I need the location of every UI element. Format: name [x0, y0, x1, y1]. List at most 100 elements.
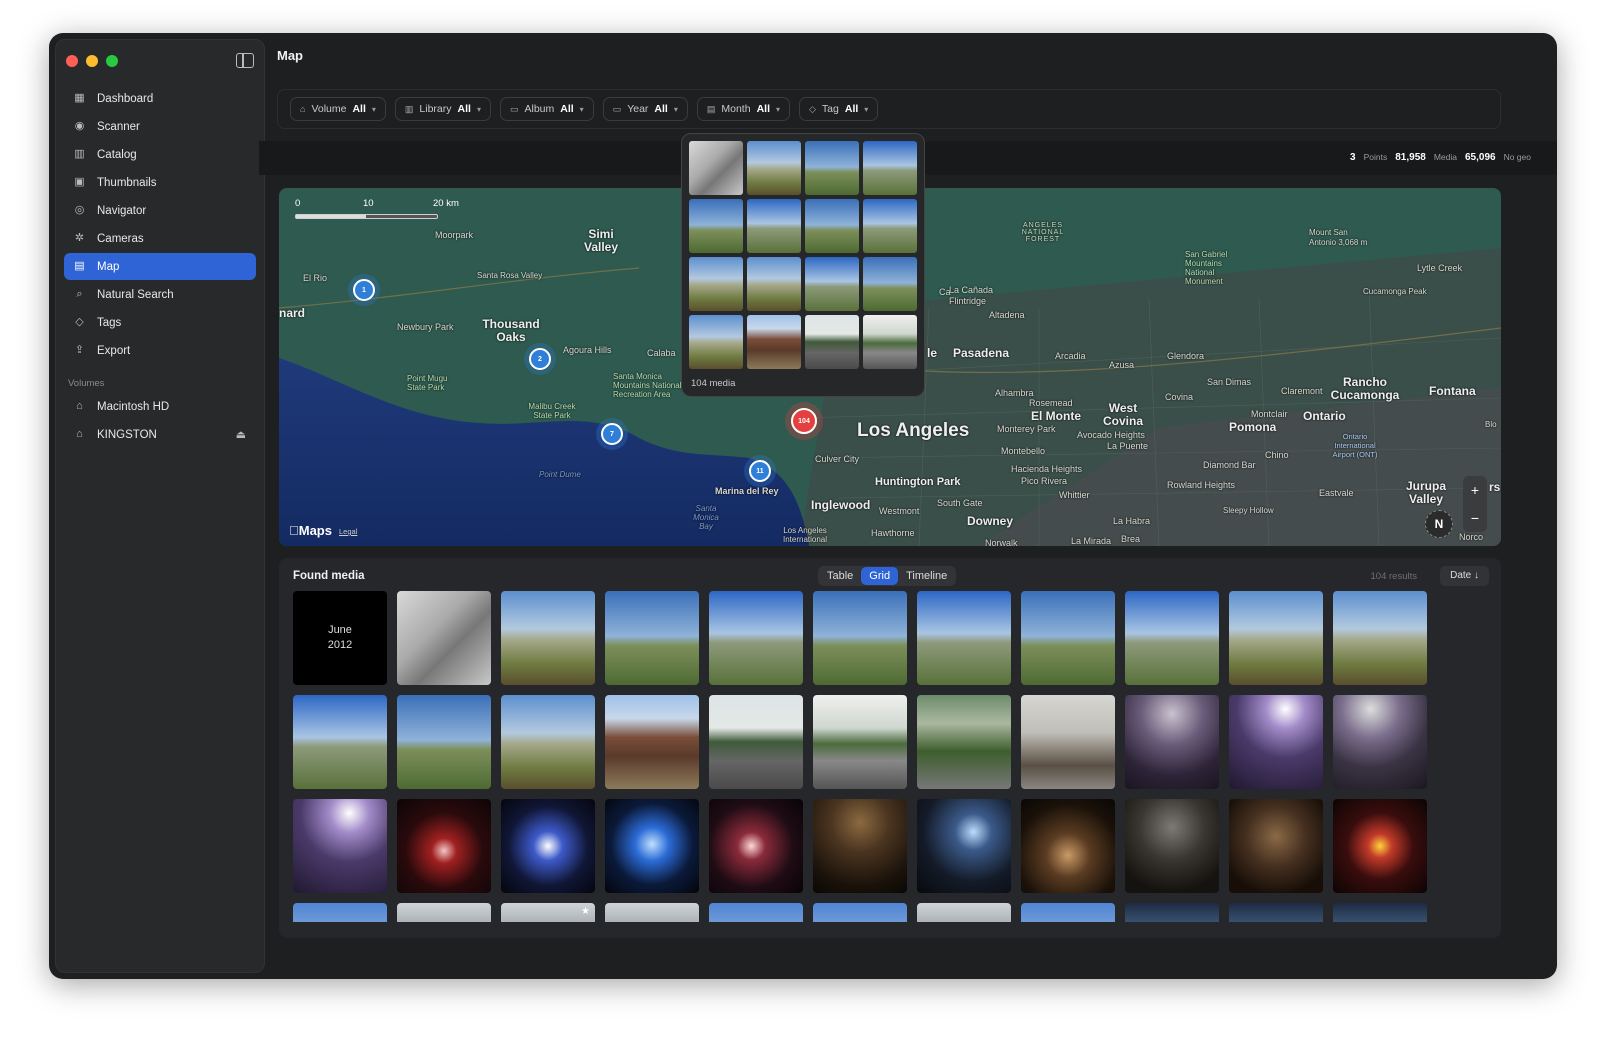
legal-link[interactable]: Legal	[339, 527, 357, 536]
media-thumbnail[interactable]	[689, 257, 743, 311]
media-thumbnail[interactable]	[293, 695, 387, 789]
media-thumbnail[interactable]	[293, 903, 387, 938]
chevron-down-icon: ▾	[775, 104, 780, 114]
media-thumbnail[interactable]	[863, 199, 917, 253]
media-thumbnail[interactable]	[1021, 695, 1115, 789]
eject-icon[interactable]: ⏏	[236, 428, 246, 441]
compass-icon[interactable]: N	[1425, 510, 1453, 538]
media-thumbnail[interactable]	[1125, 799, 1219, 893]
media-thumbnail[interactable]	[917, 799, 1011, 893]
media-thumbnail[interactable]	[747, 141, 801, 195]
sidebar-item-label: Catalog	[97, 148, 137, 161]
sidebar-item-catalog[interactable]: ▥ Catalog	[64, 141, 256, 168]
sidebar-item-navigator[interactable]: ◎ Navigator	[64, 197, 256, 224]
map-cluster-pin[interactable]: 104	[791, 408, 817, 434]
media-thumbnail[interactable]	[863, 141, 917, 195]
media-thumbnail[interactable]	[917, 695, 1011, 789]
media-thumbnail[interactable]: ★	[501, 903, 595, 938]
map-cluster-pin[interactable]: 1	[353, 279, 375, 301]
sidebar-item-macintosh-hd[interactable]: ⌂ Macintosh HD	[64, 393, 256, 420]
sidebar-item-scanner[interactable]: ◉ Scanner	[64, 113, 256, 140]
media-thumbnail[interactable]	[805, 257, 859, 311]
sidebar-item-kingston[interactable]: ⌂ KINGSTON ⏏	[64, 421, 256, 448]
zoom-out-button[interactable]: −	[1463, 504, 1487, 532]
zoom-button[interactable]	[106, 55, 118, 67]
nogeo-count: 65,096	[1464, 152, 1496, 163]
sidebar-item-thumbnails[interactable]: ▣ Thumbnails	[64, 169, 256, 196]
filter-library[interactable]: ▥ Library All ▾	[394, 97, 491, 121]
sidebar-item-export[interactable]: ⇪ Export	[64, 337, 256, 364]
place-label: El Monte	[1031, 409, 1081, 423]
media-thumbnail[interactable]	[1229, 903, 1323, 938]
filter-volume[interactable]: ⌂ Volume All ▾	[290, 97, 386, 121]
tab-table[interactable]: Table	[819, 567, 861, 585]
media-thumbnail[interactable]	[813, 591, 907, 685]
media-thumbnail[interactable]	[747, 315, 801, 369]
media-thumbnail[interactable]	[501, 695, 595, 789]
media-thumbnail[interactable]	[813, 799, 907, 893]
media-thumbnail[interactable]	[805, 199, 859, 253]
media-thumbnail[interactable]	[501, 591, 595, 685]
media-thumbnail[interactable]	[1333, 799, 1427, 893]
media-thumbnail[interactable]	[917, 591, 1011, 685]
media-thumbnail[interactable]	[1333, 695, 1427, 789]
sort-date-button[interactable]: Date ↓	[1440, 566, 1489, 586]
map-cluster-pin[interactable]: 11	[749, 460, 771, 482]
media-thumbnail[interactable]	[709, 695, 803, 789]
media-thumbnail[interactable]	[805, 141, 859, 195]
minimize-button[interactable]	[86, 55, 98, 67]
media-thumbnail[interactable]	[501, 799, 595, 893]
zoom-in-button[interactable]: +	[1463, 476, 1487, 504]
map-cluster-pin[interactable]: 7	[601, 423, 623, 445]
media-thumbnail[interactable]	[689, 315, 743, 369]
media-thumbnail[interactable]	[709, 903, 803, 938]
sidebar-item-map[interactable]: ▤ Map	[64, 253, 256, 280]
media-thumbnail[interactable]	[397, 591, 491, 685]
filter-tag[interactable]: ◇ Tag All ▾	[799, 97, 879, 121]
media-thumbnail[interactable]	[605, 903, 699, 938]
media-thumbnail[interactable]	[293, 799, 387, 893]
close-button[interactable]	[66, 55, 78, 67]
media-thumbnail[interactable]	[1125, 695, 1219, 789]
media-thumbnail[interactable]	[1229, 799, 1323, 893]
media-thumbnail[interactable]	[1125, 591, 1219, 685]
sidebar-item-cameras[interactable]: ✲ Cameras	[64, 225, 256, 252]
media-thumbnail[interactable]	[747, 257, 801, 311]
media-thumbnail[interactable]	[813, 903, 907, 938]
media-thumbnail[interactable]	[805, 315, 859, 369]
media-thumbnail[interactable]	[605, 591, 699, 685]
media-thumbnail[interactable]	[709, 799, 803, 893]
filter-month[interactable]: ▤ Month All ▾	[696, 97, 790, 121]
sidebar-item-label: Navigator	[97, 204, 147, 217]
media-thumbnail[interactable]	[1229, 695, 1323, 789]
media-thumbnail[interactable]	[1229, 591, 1323, 685]
media-thumbnail[interactable]	[863, 315, 917, 369]
tab-grid[interactable]: Grid	[861, 567, 899, 585]
media-thumbnail[interactable]	[1021, 903, 1115, 938]
media-thumbnail[interactable]	[1021, 799, 1115, 893]
sidebar-toggle-icon[interactable]	[236, 53, 254, 68]
media-thumbnail[interactable]	[397, 799, 491, 893]
media-thumbnail[interactable]	[1333, 591, 1427, 685]
media-thumbnail[interactable]	[863, 257, 917, 311]
media-thumbnail[interactable]	[1333, 903, 1427, 938]
media-thumbnail[interactable]	[917, 903, 1011, 938]
sidebar-item-natural-search[interactable]: ⌕ Natural Search	[64, 281, 256, 308]
media-thumbnail[interactable]	[1021, 591, 1115, 685]
map-cluster-pin[interactable]: 2	[529, 348, 551, 370]
filter-year[interactable]: ▭ Year All ▾	[602, 97, 688, 121]
sidebar-item-dashboard[interactable]: ▦ Dashboard	[64, 85, 256, 112]
media-thumbnail[interactable]	[397, 903, 491, 938]
media-thumbnail[interactable]	[689, 199, 743, 253]
media-thumbnail[interactable]	[813, 695, 907, 789]
media-thumbnail[interactable]	[1125, 903, 1219, 938]
sidebar-item-tags[interactable]: ◇ Tags	[64, 309, 256, 336]
tab-timeline[interactable]: Timeline	[898, 567, 955, 585]
filter-album[interactable]: ▭ Album All ▾	[499, 97, 594, 121]
media-thumbnail[interactable]	[397, 695, 491, 789]
media-thumbnail[interactable]	[747, 199, 801, 253]
media-thumbnail[interactable]	[605, 799, 699, 893]
media-thumbnail[interactable]	[709, 591, 803, 685]
media-thumbnail[interactable]	[605, 695, 699, 789]
media-thumbnail[interactable]	[689, 141, 743, 195]
